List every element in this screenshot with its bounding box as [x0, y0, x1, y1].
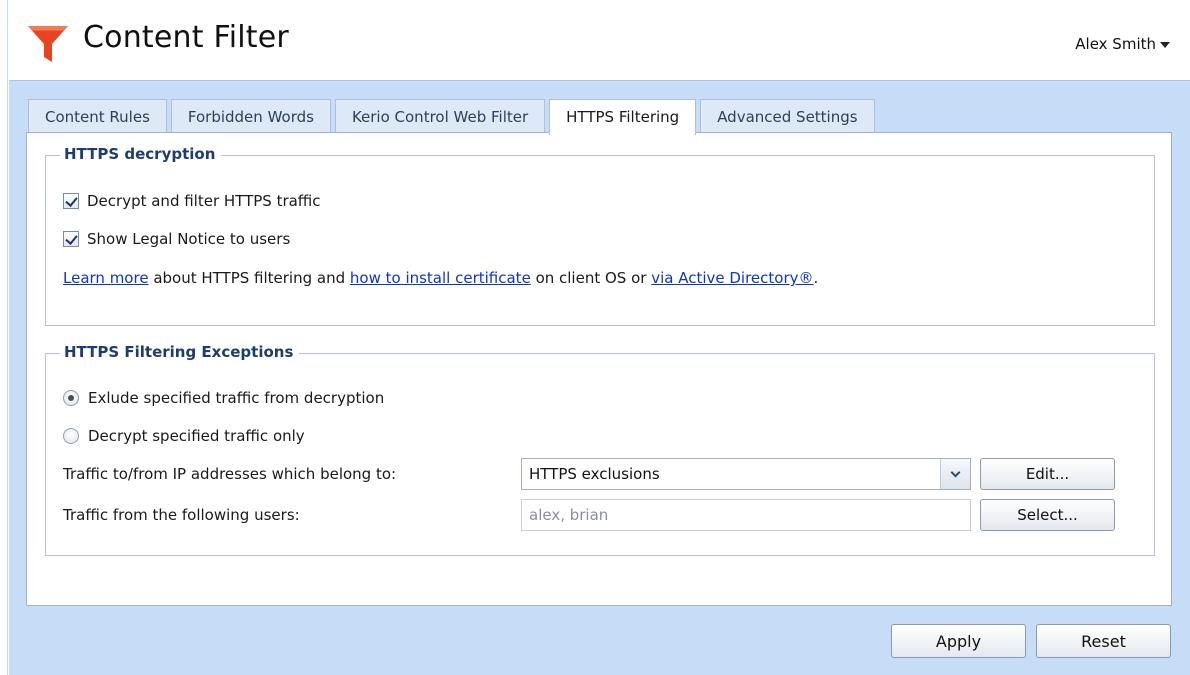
https-filtering-panel: HTTPS decryption Decrypt and filter HTTP…	[26, 132, 1172, 606]
decrypt-https-option[interactable]: Decrypt and filter HTTPS traffic	[63, 192, 321, 210]
chevron-down-icon	[950, 467, 961, 478]
exclude-traffic-label: Exlude specified traffic from decryption	[88, 389, 385, 407]
reset-button[interactable]: Reset	[1036, 624, 1171, 658]
app-header: Content Filter Alex Smith	[9, 0, 1190, 80]
users-field[interactable]: alex, brian	[521, 499, 971, 531]
legal-notice-option[interactable]: Show Legal Notice to users	[63, 230, 290, 248]
info-text-2: on client OS or	[530, 269, 652, 287]
decrypt-only-option[interactable]: Decrypt specified traffic only	[63, 427, 305, 445]
workspace: Content Rules Forbidden Words Kerio Cont…	[9, 80, 1190, 675]
active-directory-link[interactable]: via Active Directory®	[651, 269, 813, 287]
tab-forbidden-words[interactable]: Forbidden Words	[170, 99, 331, 133]
https-decryption-legend: HTTPS decryption	[60, 145, 222, 163]
https-exceptions-legend: HTTPS Filtering Exceptions	[60, 343, 300, 361]
users-label: Traffic from the following users:	[63, 506, 300, 524]
user-menu[interactable]: Alex Smith	[1075, 35, 1170, 53]
window-left-edge	[0, 0, 8, 675]
legal-notice-label: Show Legal Notice to users	[87, 230, 291, 248]
app-title: Content Filter	[83, 20, 289, 55]
ip-group-value: HTTPS exclusions	[529, 465, 660, 483]
decrypt-https-label: Decrypt and filter HTTPS traffic	[87, 192, 321, 210]
learn-more-link[interactable]: Learn more	[63, 269, 149, 287]
ip-addresses-label: Traffic to/from IP addresses which belon…	[63, 465, 397, 483]
tab-https-filtering[interactable]: HTTPS Filtering	[549, 99, 697, 135]
apply-button[interactable]: Apply	[891, 624, 1026, 658]
tab-content-rules[interactable]: Content Rules	[28, 99, 167, 133]
decrypt-https-checkbox[interactable]	[63, 193, 79, 209]
caret-down-icon	[1160, 42, 1170, 48]
select-users-button[interactable]: Select...	[980, 499, 1115, 531]
exclude-traffic-radio[interactable]	[63, 390, 79, 406]
edit-button[interactable]: Edit...	[980, 458, 1115, 490]
https-decryption-group: HTTPS decryption Decrypt and filter HTTP…	[45, 145, 1155, 326]
funnel-icon	[28, 26, 68, 62]
tab-advanced-settings[interactable]: Advanced Settings	[700, 99, 875, 133]
info-text-3: .	[813, 269, 819, 287]
decrypt-only-radio[interactable]	[63, 428, 79, 444]
install-certificate-link[interactable]: how to install certificate	[350, 269, 531, 287]
info-text-1: about HTTPS filtering and	[148, 269, 350, 287]
https-exceptions-group: HTTPS Filtering Exceptions Exlude specif…	[45, 343, 1155, 556]
user-name: Alex Smith	[1075, 35, 1156, 53]
ip-group-dropdown-button[interactable]	[940, 459, 970, 489]
exclude-traffic-option[interactable]: Exlude specified traffic from decryption	[63, 389, 384, 407]
legal-notice-checkbox[interactable]	[63, 231, 79, 247]
tab-bar: Content Rules Forbidden Words Kerio Cont…	[28, 99, 879, 135]
decrypt-only-label: Decrypt specified traffic only	[88, 427, 305, 445]
ip-group-select[interactable]: HTTPS exclusions	[521, 458, 971, 490]
tab-kerio-control-web-filter[interactable]: Kerio Control Web Filter	[334, 99, 546, 133]
https-info-text: Learn more about HTTPS filtering and how…	[63, 269, 818, 287]
